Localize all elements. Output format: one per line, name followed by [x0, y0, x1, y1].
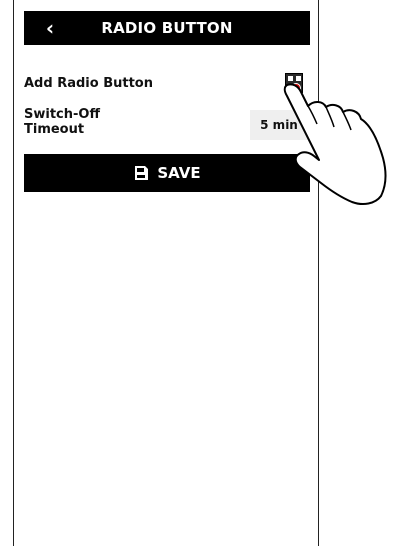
add-indicator-icon: [291, 83, 301, 93]
radio-button-label: Add Radio Button: [24, 76, 153, 91]
back-button[interactable]: ‹: [38, 11, 62, 45]
screen: RADIO BUTTON ‹ Add Radio Button Switch-O…: [0, 0, 396, 546]
timeout-value-button[interactable]: 5 min: [250, 110, 308, 140]
page-title: RADIO BUTTON: [101, 19, 233, 37]
save-button[interactable]: SAVE: [24, 154, 310, 192]
switch-off-timeout-label: Switch-Off Timeout: [24, 107, 100, 137]
phone-frame: RADIO BUTTON ‹ Add Radio Button Switch-O…: [13, 0, 319, 546]
chevron-left-icon: ‹: [45, 16, 55, 40]
qr-code-icon: [288, 76, 293, 81]
save-label: SAVE: [157, 164, 201, 182]
top-bar: RADIO BUTTON ‹: [24, 11, 310, 45]
floppy-disk-icon: [135, 166, 149, 180]
add-radio-button[interactable]: [285, 73, 303, 93]
qr-code-icon-part: [296, 76, 301, 81]
